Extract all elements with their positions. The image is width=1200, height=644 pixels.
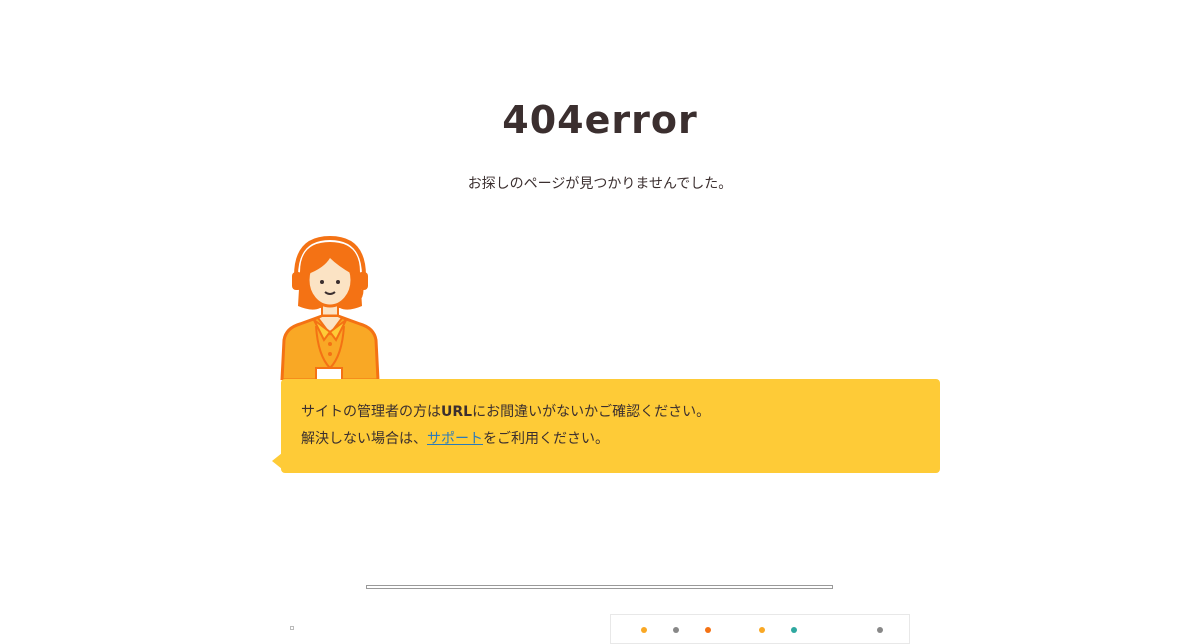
- icon-dot: [791, 627, 797, 633]
- support-operator-icon: [280, 236, 380, 380]
- icon-dot: [705, 627, 711, 633]
- message-line-2: 解決しない場合は、サポートをご利用ください。: [301, 426, 920, 453]
- footer-card[interactable]: [610, 614, 910, 644]
- message-text: にお間違いがないかご確認ください。: [472, 404, 711, 420]
- support-link[interactable]: サポート: [427, 431, 483, 447]
- message-text: をご利用ください。: [483, 431, 609, 447]
- message-text: サイトの管理者の方は: [301, 404, 441, 420]
- small-checkbox[interactable]: [290, 626, 294, 630]
- icon-dot: [641, 627, 647, 633]
- icon-dot: [759, 627, 765, 633]
- message-bubble: サイトの管理者の方はURLにお間違いがないかご確認ください。 解決しない場合は、…: [272, 379, 940, 473]
- icon-dot: [877, 627, 883, 633]
- message-text: 解決しない場合は、: [301, 431, 427, 447]
- bubble-tail: [272, 453, 282, 469]
- message-line-1: サイトの管理者の方はURLにお間違いがないかご確認ください。: [301, 399, 920, 426]
- page-subtitle: お探しのページが見つかりませんでした。: [467, 176, 733, 192]
- page-title: 404error: [502, 98, 698, 142]
- search-input[interactable]: [366, 585, 833, 589]
- url-label: URL: [441, 404, 473, 420]
- icon-dot: [673, 627, 679, 633]
